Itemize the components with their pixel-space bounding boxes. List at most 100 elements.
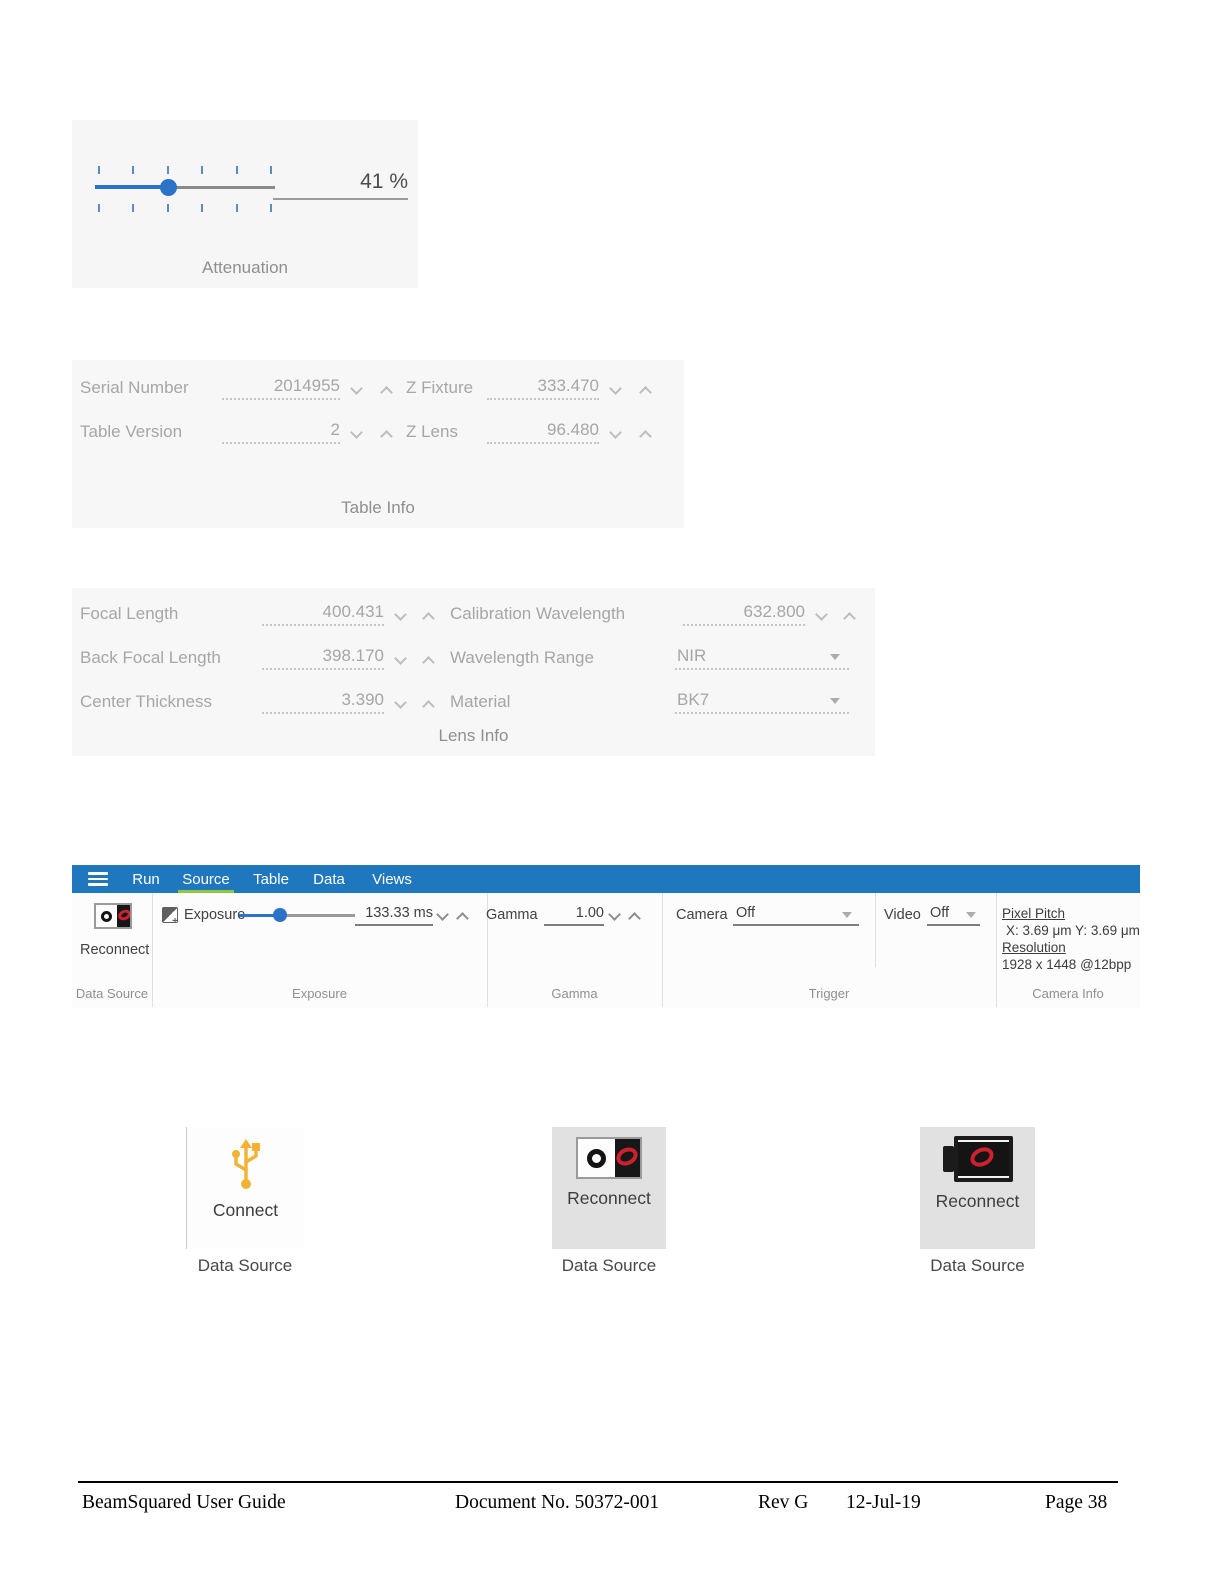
center-thickness-field[interactable]: 3.390 [262,690,384,714]
pixel-pitch-value: X: 3.69 μm Y: 3.69 μm [1006,923,1140,938]
data-source-section-label: Data Source [561,1256,657,1275]
chevron-up-icon[interactable] [456,912,469,925]
data-source-section-label: Data Source [197,1256,293,1275]
chevron-up-icon[interactable] [422,656,435,669]
table-info-panel: Serial Number 2014955 Z Fixture 333.470 … [72,360,684,528]
tab-run[interactable]: Run [121,865,171,893]
camera-info-block: Pixel Pitch X: 3.69 μm Y: 3.69 μm Resolu… [1002,905,1140,973]
chevron-down-icon[interactable] [350,382,363,395]
field-label: Back Focal Length [80,648,221,667]
field-label: Focal Length [80,604,179,623]
field-label: Serial Number [80,378,189,397]
panel-title: Table Info [341,498,415,517]
reconnect-button[interactable]: Reconnect [920,1127,1035,1249]
active-tab-underline [178,890,234,893]
calibration-wavelength-field[interactable]: 632.800 [683,602,805,626]
tab-data[interactable]: Data [304,865,354,893]
reconnect-button[interactable]: Reconnect [80,942,210,958]
attenuation-slider-active-track [95,185,168,189]
section-divider [875,893,876,967]
lens-info-panel: Focal Length 400.431 Calibration Wavelen… [72,588,875,756]
field-label: Table Version [80,422,183,441]
data-source-section-label: Data Source [930,1256,1025,1275]
table-version-field[interactable]: 2 [222,420,340,444]
chevron-down-icon[interactable] [608,908,621,921]
connect-button-label: Connect [212,1200,279,1220]
field-label: Material [450,692,511,711]
gamma-label: Gamma [486,907,538,923]
attenuation-value[interactable]: 41 % [273,170,408,194]
field-label: Z Lens [406,422,458,441]
connect-button[interactable]: Connect [186,1127,304,1249]
chevron-down-icon[interactable] [815,608,828,621]
chevron-down-icon[interactable] [609,382,622,395]
z-fixture-field[interactable]: 333.470 [487,376,599,400]
serial-number-field[interactable]: 2014955 [222,376,340,400]
gamma-value-field[interactable]: 1.00 [544,905,604,926]
camera-front-icon [576,1137,642,1179]
field-label: Center Thickness [80,692,212,711]
z-lens-field[interactable]: 96.480 [487,420,599,444]
attenuation-slider-thumb[interactable] [160,179,177,196]
slider-tick-marks-bottom [98,204,272,212]
chevron-down-icon[interactable] [394,608,407,621]
chevron-up-icon[interactable] [380,430,393,443]
chevron-up-icon[interactable] [843,612,856,625]
panel-title: Lens Info [438,726,509,745]
dropdown-arrow-icon[interactable] [966,912,976,918]
chevron-up-icon[interactable] [422,700,435,713]
field-label: Z Fixture [406,378,474,397]
tab-table[interactable]: Table [246,865,296,893]
chevron-down-icon[interactable] [436,908,449,921]
field-label: Calibration Wavelength [450,604,626,623]
chevron-up-icon[interactable] [628,912,641,925]
chevron-up-icon[interactable] [639,386,652,399]
material-dropdown[interactable]: BK7 [675,690,849,714]
tab-views[interactable]: Views [364,865,420,893]
reconnect-button-label: Reconnect [935,1191,1020,1211]
exposure-value-field[interactable]: 133.33 ms [355,905,433,926]
chevron-down-icon[interactable] [609,426,622,439]
resolution-label: Resolution [1002,940,1066,955]
focal-length-field[interactable]: 400.431 [262,602,384,626]
attenuation-value-underline [273,198,408,200]
usb-icon [231,1139,260,1189]
section-label-trigger: Trigger [808,986,850,1001]
reconnect-button[interactable]: Reconnect [552,1127,666,1249]
slider-tick-marks-top [98,166,272,174]
camera-side-icon [942,1136,1013,1182]
back-focal-length-field[interactable]: 398.170 [262,646,384,670]
section-label-camera-info: Camera Info [1032,986,1104,1001]
chevron-down-icon[interactable] [394,696,407,709]
footer-date: 12-Jul-19 [846,1492,921,1513]
section-label-exposure: Exposure [292,986,347,1001]
attenuation-panel: 41 % Attenuation [72,120,418,288]
chevron-down-icon[interactable] [350,426,363,439]
camera-icon[interactable] [94,903,132,929]
exposure-label: Exposure [184,907,246,923]
camera-trigger-dropdown[interactable]: Off [733,905,859,926]
wavelength-range-dropdown[interactable]: NIR [675,646,849,670]
auto-exposure-icon[interactable] [162,907,178,927]
footer-document-number: Document No. 50372-001 [455,1492,660,1513]
video-trigger-label: Video [884,907,921,923]
section-label-gamma: Gamma [551,986,598,1001]
tab-source[interactable]: Source [175,865,237,893]
chevron-up-icon[interactable] [380,386,393,399]
hamburger-menu-icon[interactable] [88,872,108,889]
footer-page-number: Page 38 [1045,1492,1108,1513]
chevron-up-icon[interactable] [639,430,652,443]
field-label: Wavelength Range [450,648,594,667]
reconnect-button-label: Reconnect [567,1188,651,1208]
section-label-data-source: Data Source [75,986,149,1001]
camera-trigger-label: Camera [676,907,728,923]
exposure-slider-thumb[interactable] [273,908,287,922]
dropdown-arrow-icon[interactable] [830,654,840,660]
chevron-down-icon[interactable] [394,652,407,665]
dropdown-arrow-icon[interactable] [830,698,840,704]
ribbon-toolbar: Run Source Table Data Views Reconnect Da… [72,865,1140,1008]
footer-divider [78,1481,1118,1483]
dropdown-arrow-icon[interactable] [842,912,852,918]
attenuation-label: Attenuation [201,258,288,277]
chevron-up-icon[interactable] [422,612,435,625]
